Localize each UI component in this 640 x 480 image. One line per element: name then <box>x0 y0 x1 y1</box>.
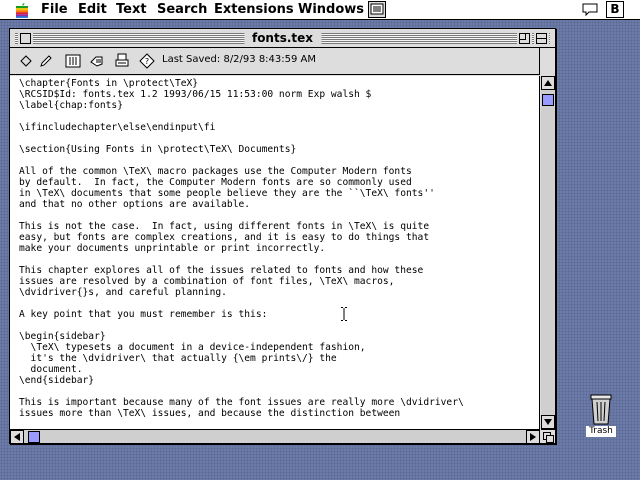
scroll-down-arrow-icon[interactable] <box>541 415 555 429</box>
text-line: document. <box>19 364 83 375</box>
text-line: easy, but fonts are complex creations, a… <box>19 232 430 243</box>
text-line: issues are resolved by a combination of … <box>19 276 395 287</box>
svg-text:?: ? <box>145 57 149 66</box>
diamond-icon[interactable] <box>16 51 36 71</box>
vertical-scrollbar[interactable] <box>541 76 555 429</box>
columns-icon[interactable] <box>63 51 83 71</box>
trash-label: Trash <box>586 426 616 437</box>
text-line: \chapter{Fonts in \protect\TeX} <box>19 78 199 89</box>
menu-text[interactable]: Text <box>116 2 147 18</box>
text-line: it's the \dvidriver\ that actually {\em … <box>19 353 337 364</box>
grow-box-icon[interactable] <box>541 429 555 443</box>
collapse-box-icon[interactable] <box>536 33 547 44</box>
last-saved-text: Last Saved: 8/2/93 8:43:59 AM <box>162 54 317 65</box>
pencil-icon[interactable] <box>36 51 56 71</box>
vertical-scroll-thumb[interactable] <box>542 94 554 106</box>
text-line: \end{sidebar} <box>19 375 95 386</box>
window-title: fonts.tex <box>243 30 322 47</box>
window-titlebar[interactable]: fonts.tex <box>10 29 555 48</box>
menu-search[interactable]: Search <box>157 2 207 18</box>
text-line: \RCSID$Id: fonts.tex 1.2 1993/06/15 11:5… <box>19 89 372 100</box>
text-editor-area[interactable]: \chapter{Fonts in \protect\TeX} \RCSID$Id… <box>10 76 540 429</box>
menu-edit[interactable]: Edit <box>78 2 107 18</box>
text-line: \label{chap:fonts} <box>19 100 123 111</box>
text-line: make your documents unprintable or print… <box>19 243 326 254</box>
text-line: This is important because many of the fo… <box>19 397 464 408</box>
text-line: \begin{sidebar} <box>19 331 106 342</box>
text-line: This chapter explores all of the issues … <box>19 265 424 276</box>
printer-icon[interactable] <box>112 51 132 71</box>
scroll-left-arrow-icon[interactable] <box>10 430 24 444</box>
text-line: \TeX\ typesets a document in a device-in… <box>19 342 366 353</box>
hand-icon[interactable] <box>87 51 107 71</box>
trash-icon[interactable] <box>588 393 614 425</box>
zoom-box-icon[interactable] <box>519 33 530 44</box>
text-line: A key point that you must remember is th… <box>19 309 268 320</box>
ibeam-cursor-icon <box>341 307 347 321</box>
text-line: \section{Using Fonts in \protect\TeX\ Do… <box>19 144 297 155</box>
text-line: and that no other options are available. <box>19 199 251 210</box>
application-switcher-icon[interactable]: B <box>606 1 624 18</box>
text-line: issues more than \TeX\ issues, and becau… <box>19 408 401 419</box>
text-line: by default. In fact, the Computer Modern… <box>19 177 412 188</box>
text-line: in \TeX\ documents that some people beli… <box>19 188 435 199</box>
text-line: All of the common \TeX\ macro packages u… <box>19 166 412 177</box>
help-diamond-icon[interactable]: ? <box>137 51 157 71</box>
scroll-up-arrow-icon[interactable] <box>541 76 555 90</box>
text-line: \ifincludechapter\else\endinput\fi <box>19 122 216 133</box>
text-line: This is not the case. In fact, using dif… <box>19 221 430 232</box>
menu-file[interactable]: File <box>41 2 68 18</box>
horizontal-scroll-thumb[interactable] <box>28 431 40 443</box>
text-line: \dvidriver{}s, and careful planning. <box>19 287 227 298</box>
application-menu-icon[interactable] <box>368 1 386 18</box>
horizontal-scrollbar[interactable] <box>10 429 540 444</box>
apple-logo-icon[interactable] <box>14 2 30 18</box>
document-window: fonts.tex ? Last Saved: 8/2/93 8:43:59 A… <box>9 28 556 444</box>
menu-bar: File Edit Text Search Extensions Windows… <box>0 0 640 20</box>
menu-windows[interactable]: Windows <box>298 2 364 18</box>
menu-extensions[interactable]: Extensions <box>214 2 294 18</box>
close-box-icon[interactable] <box>20 33 31 44</box>
scroll-right-arrow-icon[interactable] <box>526 430 540 444</box>
toolbar: ? Last Saved: 8/2/93 8:43:59 AM <box>10 48 555 75</box>
help-balloon-icon[interactable] <box>582 2 598 17</box>
toolbar-corner <box>539 48 555 75</box>
